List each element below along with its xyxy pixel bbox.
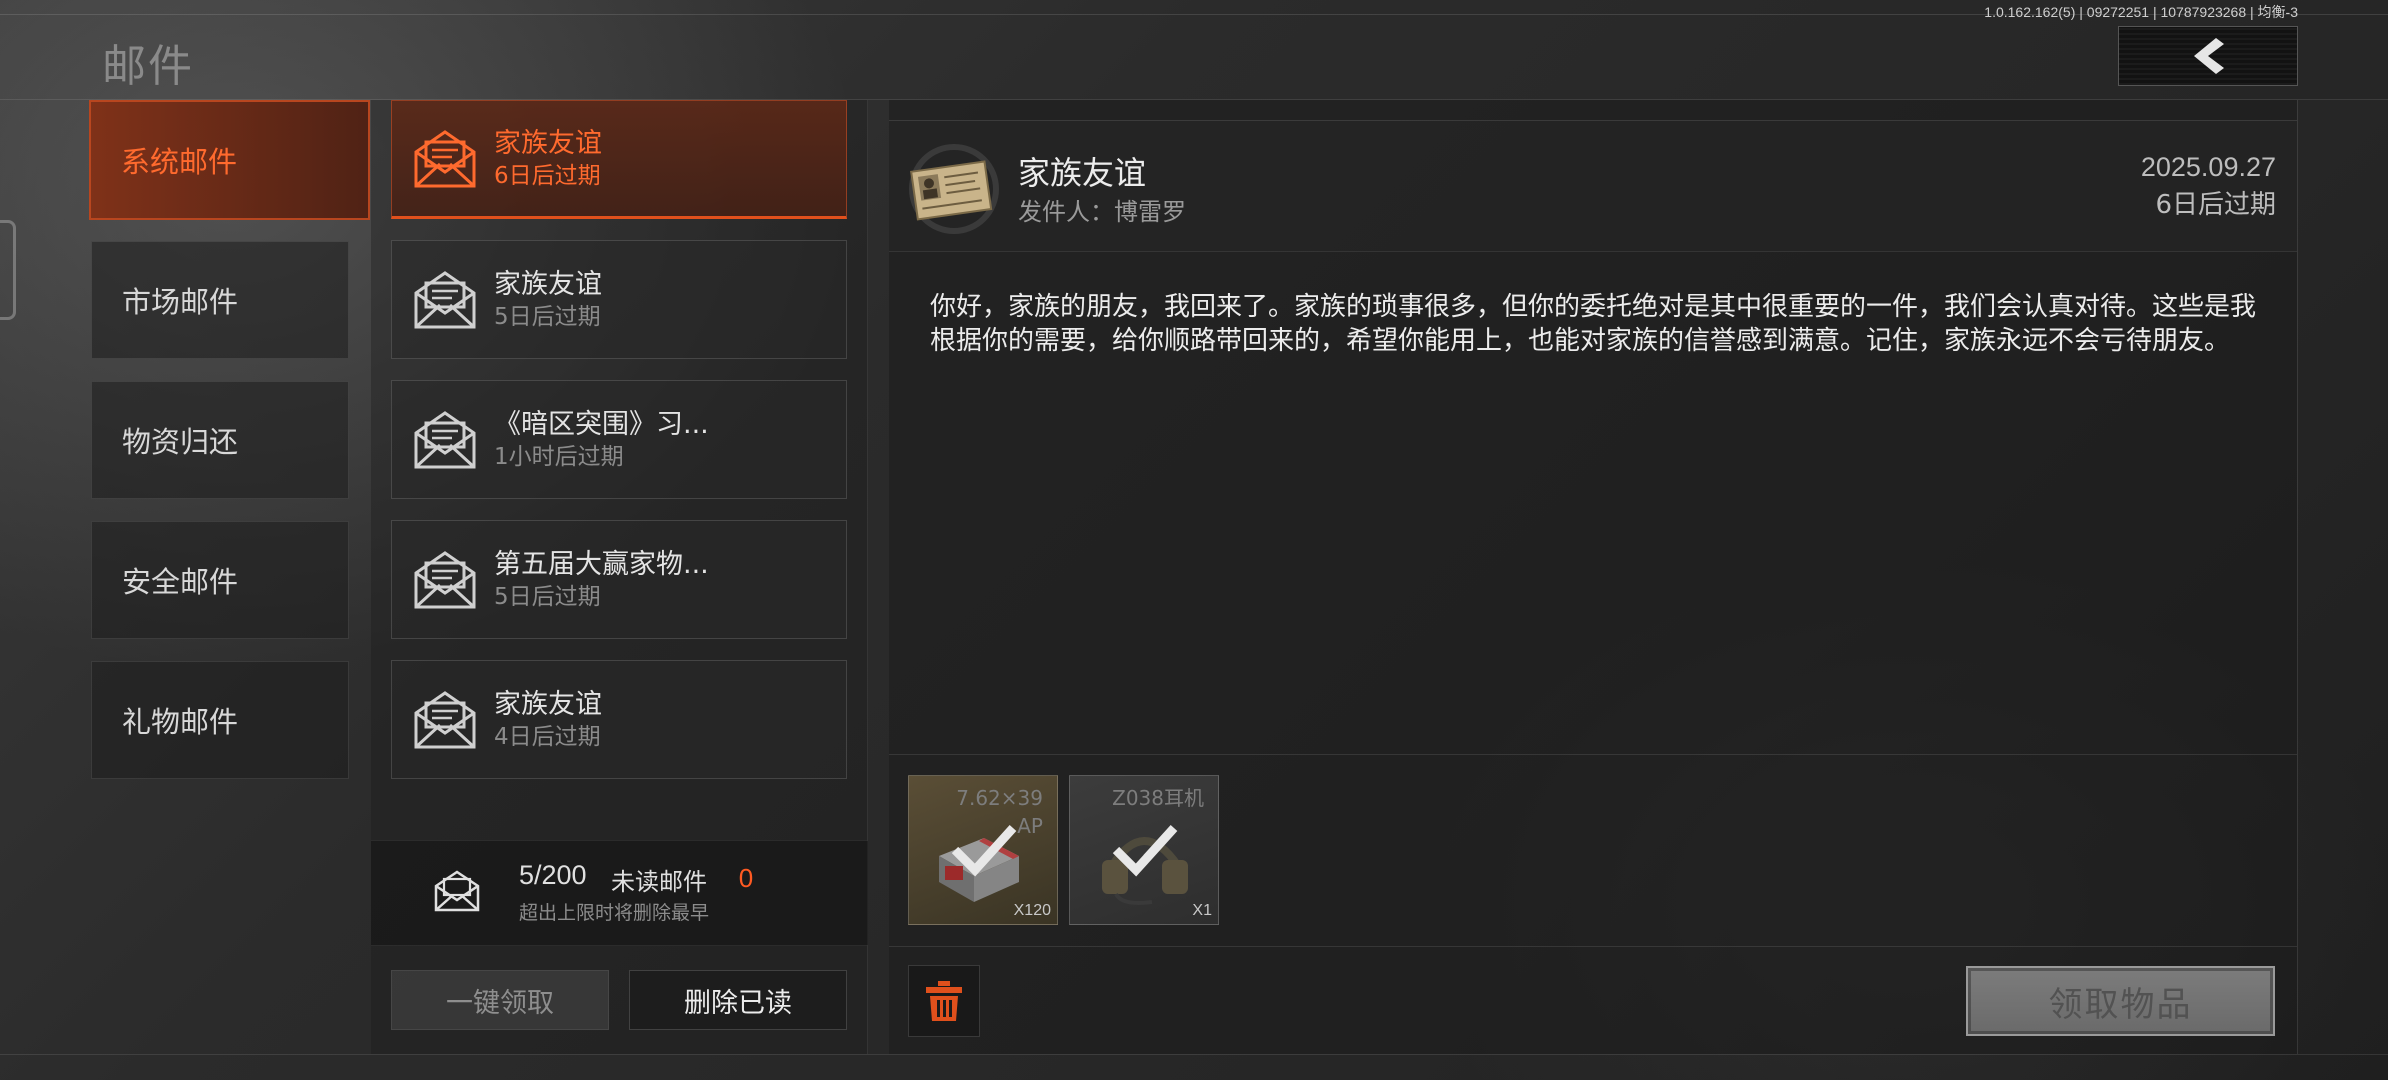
mail-item[interactable]: 第五届大赢家物... 5日后过期 <box>391 520 847 639</box>
claim-items-button[interactable]: 领取物品 <box>1966 966 2275 1036</box>
mail-envelope-icon <box>414 270 476 328</box>
mail-detail-title: 家族友谊 <box>1018 154 1147 192</box>
bottom-divider <box>0 1054 2388 1055</box>
mail-expiry: 4日后过期 <box>494 723 601 750</box>
category-system-mail[interactable]: 系统邮件 <box>89 100 370 220</box>
mail-title: 家族友谊 <box>494 268 602 300</box>
mail-envelope-icon <box>414 550 476 608</box>
attachment-quantity: X1 <box>1192 902 1212 919</box>
sender-letter-avatar <box>909 144 999 234</box>
category-supply-return[interactable]: 物资归还 <box>91 381 349 499</box>
mail-title: 家族友谊 <box>494 688 602 720</box>
mail-envelope-icon <box>414 690 476 748</box>
attachment-name: Z038耳机 <box>1112 786 1204 810</box>
mail-title: 《暗区突围》习... <box>494 408 709 440</box>
side-edge-ornament <box>0 220 16 320</box>
category-label: 系统邮件 <box>121 145 238 179</box>
delete-read-button[interactable]: 删除已读 <box>629 970 847 1030</box>
mail-detail-expiry: 6日后过期 <box>2155 190 2276 220</box>
category-label: 市场邮件 <box>122 285 239 319</box>
claim-all-button[interactable]: 一键领取 <box>391 970 609 1030</box>
attachment-ammo-item[interactable]: 7.62×39 AP X120 <box>908 775 1058 925</box>
category-security-mail[interactable]: 安全邮件 <box>91 521 349 639</box>
mail-title: 家族友谊 <box>494 127 602 159</box>
category-gift-mail[interactable]: 礼物邮件 <box>91 661 349 779</box>
footer-divider <box>889 946 2297 947</box>
claimed-check-icon <box>951 824 1017 877</box>
detail-right-border <box>2297 100 2298 1054</box>
trash-icon <box>926 981 962 1021</box>
attachments-divider <box>889 754 2297 755</box>
category-label: 物资归还 <box>122 425 239 459</box>
mail-sender: 发件人：博雷罗 <box>1018 198 1186 226</box>
page-title: 邮件 <box>102 41 194 92</box>
chevron-left-icon <box>2194 38 2224 74</box>
delete-mail-button[interactable] <box>908 965 980 1037</box>
mail-item[interactable]: 《暗区突围》习... 1小时后过期 <box>391 380 847 499</box>
attachment-headset-item[interactable]: Z038耳机 X1 <box>1069 775 1219 925</box>
category-label: 礼物邮件 <box>122 705 239 739</box>
category-label: 安全邮件 <box>122 565 239 599</box>
mail-item[interactable]: 家族友谊 5日后过期 <box>391 240 847 359</box>
unread-count: 0 <box>712 861 780 895</box>
mail-count: 5/200 <box>519 860 587 890</box>
claimed-check-icon <box>1112 824 1178 877</box>
mail-date: 2025.09.27 <box>2140 152 2276 182</box>
mail-expiry: 5日后过期 <box>494 303 601 330</box>
mail-expiry: 5日后过期 <box>494 583 601 610</box>
back-button[interactable] <box>2118 26 2298 86</box>
category-market-mail[interactable]: 市场邮件 <box>91 241 349 359</box>
mail-title: 第五届大赢家物... <box>494 548 709 580</box>
mail-envelope-icon <box>414 410 476 468</box>
mail-envelope-icon <box>414 129 476 187</box>
mailbox-envelope-icon <box>434 870 480 912</box>
mail-expiry: 6日后过期 <box>494 162 601 189</box>
mail-item[interactable]: 家族友谊 4日后过期 <box>391 660 847 779</box>
mail-expiry: 1小时后过期 <box>494 443 624 470</box>
mail-body: 你好，家族的朋友，我回来了。家族的琐事很多，但你的委托绝对是其中很重要的一件，我… <box>930 292 2257 356</box>
unread-label: 未读邮件 <box>611 868 707 896</box>
mailbox-limit-note: 超出上限时将删除最早 <box>519 902 710 924</box>
attachment-quantity: X120 <box>1013 902 1051 919</box>
mail-item[interactable]: 家族友谊 6日后过期 <box>391 100 847 219</box>
version-info: 1.0.162.162(5) | 09272251 | 10787923268 … <box>1984 4 2298 20</box>
